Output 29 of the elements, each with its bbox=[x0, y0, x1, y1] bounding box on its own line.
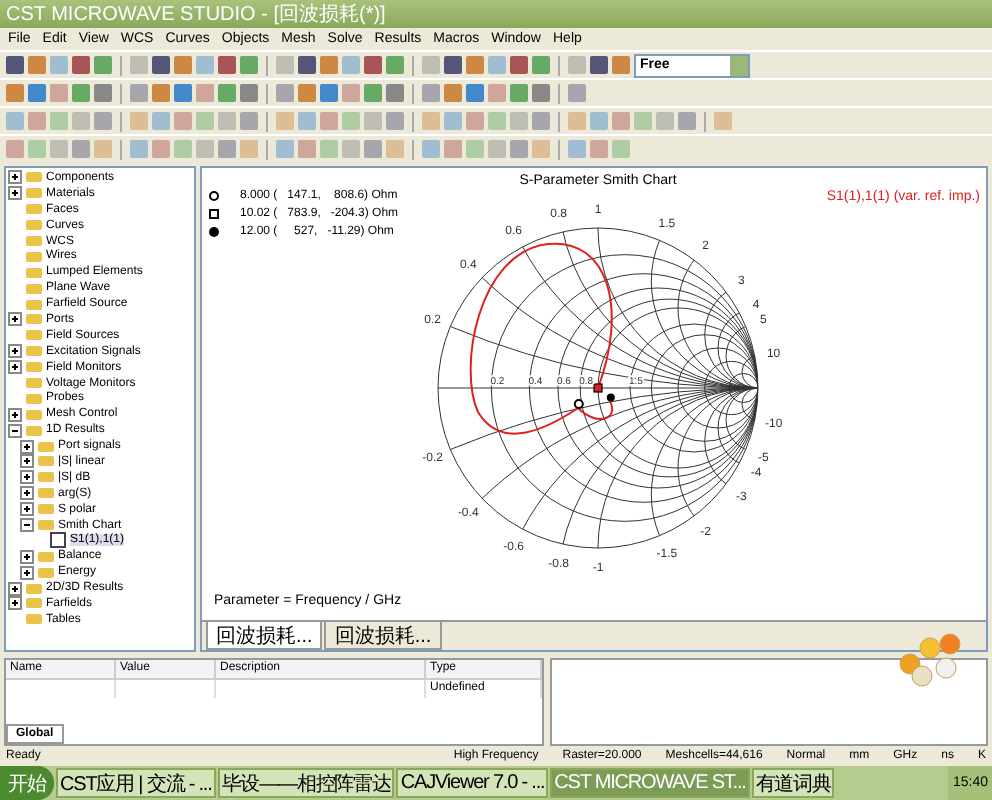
expand-icon[interactable] bbox=[8, 344, 22, 359]
expand-icon[interactable] bbox=[8, 360, 22, 375]
expand-icon[interactable] bbox=[20, 565, 34, 580]
start-button[interactable]: 开始 bbox=[0, 766, 54, 800]
collapse-icon[interactable] bbox=[20, 518, 34, 533]
legend-marker-icon bbox=[208, 190, 220, 202]
expand-icon[interactable] bbox=[20, 454, 34, 469]
taskbar-button[interactable]: 毕设——相控阵雷达 bbox=[217, 768, 395, 798]
expand-icon[interactable] bbox=[8, 186, 22, 201]
document-tab[interactable]: 回波损耗... bbox=[206, 622, 323, 650]
expand-icon[interactable] bbox=[8, 596, 22, 611]
expand-icon[interactable] bbox=[20, 439, 34, 454]
expand-icon[interactable] bbox=[20, 502, 34, 517]
curve-icon bbox=[50, 532, 66, 549]
expand-icon[interactable] bbox=[20, 470, 34, 485]
taskbar-button[interactable]: CST应用 | 交流 - ... bbox=[56, 768, 216, 798]
legend-marker-icon bbox=[208, 208, 220, 220]
legend-marker-icon bbox=[208, 226, 220, 238]
document-tab[interactable]: 回波损耗... bbox=[324, 622, 442, 650]
expand-icon[interactable] bbox=[8, 581, 22, 596]
taskbar-button[interactable]: 有道词典 bbox=[751, 768, 835, 798]
collapse-icon[interactable] bbox=[8, 423, 22, 438]
expand-icon[interactable] bbox=[20, 549, 34, 564]
expand-icon[interactable] bbox=[8, 407, 22, 422]
taskbar-button[interactable]: CAJViewer 7.0 - ... bbox=[396, 768, 549, 798]
expand-icon[interactable] bbox=[20, 486, 34, 501]
expand-icon[interactable] bbox=[8, 170, 22, 185]
expand-icon[interactable] bbox=[8, 312, 22, 327]
window-title: CST MICROWAVE STUDIO - [回波损耗(*)] bbox=[6, 1, 386, 28]
